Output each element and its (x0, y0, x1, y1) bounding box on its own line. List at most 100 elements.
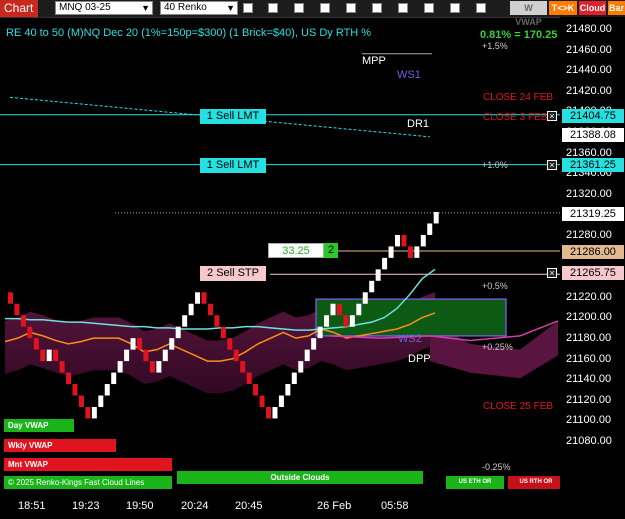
w-vwap-button[interactable]: W VWAP (510, 1, 547, 27)
sell-lmt-order-1[interactable]: 1 Sell LMT (200, 109, 266, 124)
level-plus-1-0: +1.0% (482, 160, 508, 170)
time-tick: 18:51 (18, 500, 46, 512)
renko-brick (349, 315, 355, 327)
price-tick: 21320.00 (566, 187, 612, 200)
renko-brick (117, 361, 123, 373)
sell-stp-order[interactable]: 2 Sell STP (200, 266, 266, 281)
price-label-sell-lmt-2: 21361.25 (562, 158, 624, 172)
toolbar-checkbox-1[interactable] (243, 3, 253, 13)
us-eth-or-bar: US ETH OR (446, 476, 504, 489)
renko-brick (266, 406, 271, 419)
price-label-level-2: 21388.08 (562, 128, 624, 142)
toolbar-checkbox-2[interactable] (268, 3, 278, 13)
renko-brick (336, 303, 342, 316)
price-axis[interactable]: 21480.0021460.0021440.0021420.0021400.00… (560, 17, 625, 493)
time-tick: 19:50 (126, 500, 154, 512)
position-qty[interactable]: 2 (324, 243, 338, 258)
toolbar-checkbox-8[interactable] (424, 3, 434, 13)
renko-brick (111, 372, 117, 385)
close-order-icon[interactable]: × (547, 160, 557, 170)
renko-brick (356, 303, 362, 316)
renko-brick (227, 338, 233, 350)
renko-brick (304, 349, 310, 362)
renko-brick (104, 384, 110, 396)
time-tick: 20:45 (235, 500, 263, 512)
price-tick: 21460.00 (566, 43, 612, 56)
renko-brick (433, 211, 439, 224)
renko-brick (278, 395, 284, 407)
renko-brick (414, 246, 420, 258)
price-tick: 21140.00 (566, 373, 612, 386)
time-tick: 19:23 (72, 500, 100, 512)
time-tick: 20:24 (181, 500, 209, 512)
chevron-down-icon: ▼ (141, 3, 150, 13)
close-order-icon[interactable]: × (547, 111, 557, 121)
level-close-25: CLOSE 25 FEB (483, 401, 554, 412)
price-label-position: 21286.00 (562, 245, 624, 259)
renko-brick (298, 361, 304, 373)
renko-brick (124, 349, 130, 362)
tk-button[interactable]: T<>K (549, 1, 577, 15)
price-tick: 21180.00 (566, 332, 612, 344)
time-axis[interactable]: 18:51 19:23 19:50 20:24 20:45 26 Feb 05:… (0, 493, 560, 519)
wkly-vwap-bar: Wkly VWAP (4, 439, 116, 452)
toolbar-checkbox-5[interactable] (346, 3, 356, 13)
renko-brick (240, 361, 246, 373)
price-tick: 21420.00 (566, 84, 612, 97)
renko-brick (20, 315, 26, 327)
instrument-select[interactable]: MNQ 03-25 ▼ (55, 1, 153, 15)
renko-brick (253, 384, 259, 396)
renko-brick (311, 338, 317, 350)
interval-value: 40 Renko (164, 2, 207, 13)
level-plus-0-25: +0.25% (482, 342, 513, 352)
renko-brick (401, 234, 407, 247)
price-tick: 21220.00 (566, 290, 612, 303)
price-tick: 21100.00 (566, 414, 612, 427)
level-dr1: DR1 (407, 118, 430, 130)
renko-brick (233, 349, 239, 362)
renko-brick (369, 280, 375, 293)
cloud-button[interactable]: Cloud (579, 1, 606, 15)
price-tick: 21280.00 (566, 229, 612, 241)
chart-plot-area[interactable]: RE 40 to 50 (M)NQ Dec 20 (1%=150p=$300) … (0, 17, 564, 493)
renko-brick (388, 246, 394, 258)
toolbar-checkbox-10[interactable] (476, 3, 486, 13)
chevron-down-icon: ▼ (226, 3, 235, 13)
renko-brick (8, 292, 13, 304)
renko-brick (182, 315, 188, 327)
ichimoku-cloud (5, 292, 558, 394)
renko-brick (175, 326, 181, 339)
level-minus-0-25: -0.25% (482, 462, 511, 472)
chart-tab[interactable]: Chart (0, 0, 38, 17)
renko-brick (85, 406, 91, 419)
renko-brick (214, 315, 220, 327)
renko-brick (395, 234, 400, 247)
renko-brick (130, 338, 136, 350)
price-tick: 21160.00 (566, 352, 612, 365)
price-label-last: 21319.25 (562, 207, 624, 221)
toolbar-checkbox-3[interactable] (294, 3, 304, 13)
renko-brick (207, 303, 213, 316)
toolbar-checkbox-7[interactable] (398, 3, 408, 13)
level-close-24: CLOSE 24 FEB (483, 92, 554, 103)
renko-brick (343, 315, 349, 327)
toolbar-checkbox-9[interactable] (450, 3, 460, 13)
interval-select[interactable]: 40 Renko ▼ (160, 1, 238, 15)
instrument-value: MNQ 03-25 (59, 2, 111, 13)
toolbar-checkbox-4[interactable] (320, 3, 330, 13)
renko-brick (137, 338, 142, 350)
price-tick: 21080.00 (566, 435, 612, 447)
renko-brick (291, 372, 297, 385)
renko-brick (420, 234, 426, 247)
renko-brick (382, 257, 388, 270)
toolbar-checkbox-6[interactable] (372, 3, 382, 13)
sell-lmt-order-2[interactable]: 1 Sell LMT (200, 158, 266, 173)
time-tick: 05:58 (381, 500, 409, 512)
time-tick: 26 Feb (317, 500, 352, 512)
bar-button[interactable]: Bar (608, 1, 625, 15)
renko-brick (162, 349, 168, 362)
close-order-icon[interactable]: × (547, 268, 557, 278)
price-tick: 21120.00 (566, 393, 612, 406)
position-pnl[interactable]: 33.25 (268, 243, 324, 258)
renko-brick (59, 361, 65, 373)
